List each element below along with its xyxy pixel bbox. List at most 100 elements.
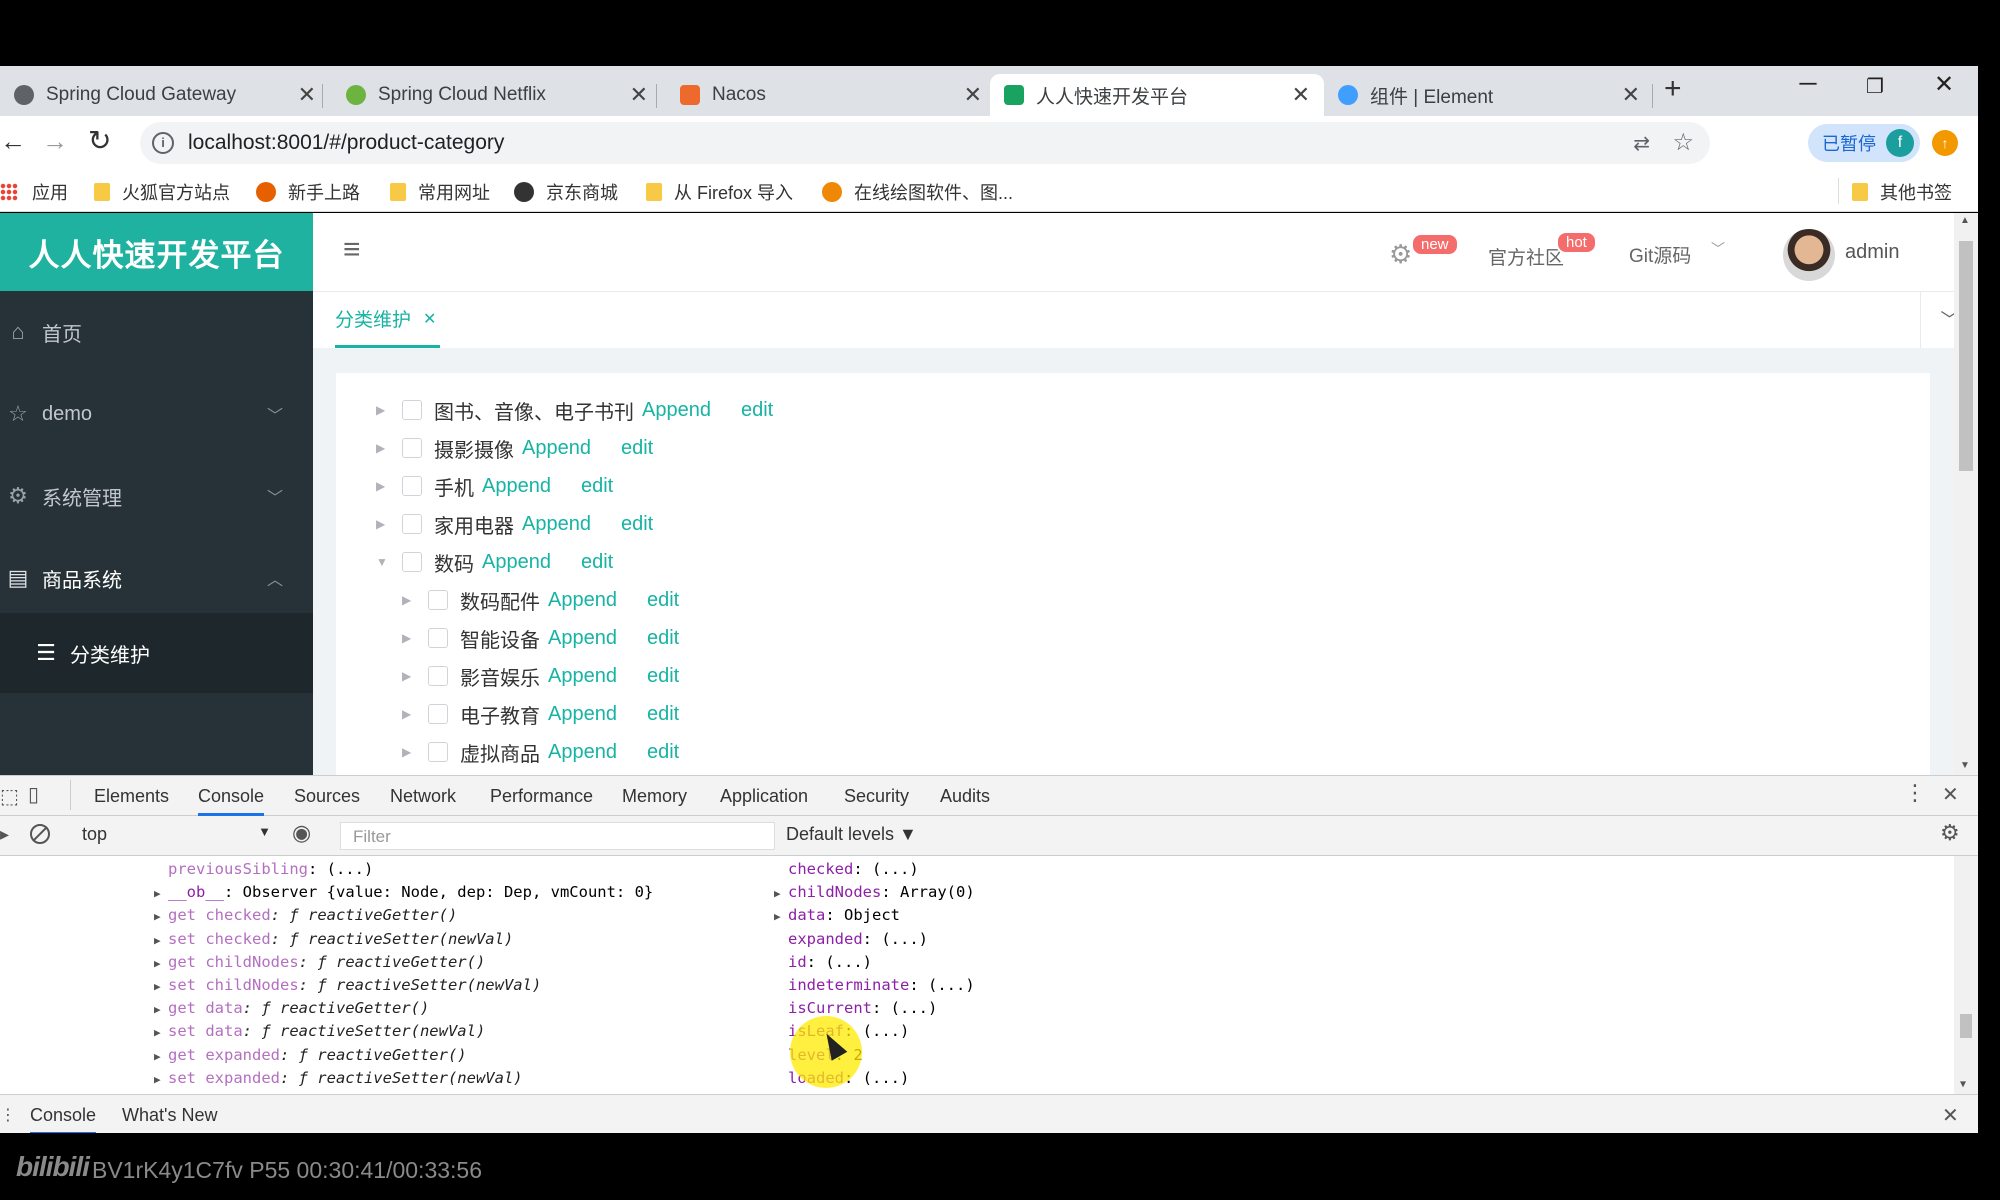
console-property-line[interactable]: ▶ set childNodes: ƒ reactiveSetter(newVal… xyxy=(154,974,541,997)
expand-triangle-icon[interactable]: ▶ xyxy=(154,1021,168,1044)
devtools-tab-performance[interactable]: Performance xyxy=(490,786,593,807)
device-toggle-icon[interactable]: ▯ xyxy=(28,782,39,807)
more-options-icon[interactable]: ⋮ xyxy=(1904,780,1926,806)
append-button[interactable]: Append xyxy=(548,627,617,650)
menu-toggle-icon[interactable]: ≡ xyxy=(343,233,361,267)
devtools-tab-audits[interactable]: Audits xyxy=(940,786,990,807)
drawer-menu-icon[interactable]: ⋮ xyxy=(0,1105,16,1125)
append-button[interactable]: Append xyxy=(548,589,617,612)
edit-button[interactable]: edit xyxy=(581,551,613,574)
edit-button[interactable]: edit xyxy=(581,475,613,498)
caret-right-icon[interactable]: ▶ xyxy=(376,403,390,417)
append-button[interactable]: Append xyxy=(642,399,711,422)
close-icon[interactable]: ✕ xyxy=(423,309,436,329)
append-button[interactable]: Append xyxy=(482,551,551,574)
devtools-tab-memory[interactable]: Memory xyxy=(622,786,687,807)
tab-category[interactable]: 分类维护 ✕ xyxy=(335,292,441,348)
tree-node[interactable]: ▶ 摄影摄像 Append edit xyxy=(376,433,653,463)
chevron-down-icon[interactable]: ﹀ xyxy=(1711,239,1725,259)
node-checkbox[interactable] xyxy=(428,628,448,648)
devtools-tab-application[interactable]: Application xyxy=(720,786,808,807)
node-checkbox[interactable] xyxy=(402,552,422,572)
caret-right-icon[interactable]: ▶ xyxy=(402,631,416,645)
console-property-line[interactable]: ▶ get childNodes: ƒ reactiveGetter() xyxy=(154,951,485,974)
console-filter-input[interactable]: Filter xyxy=(340,822,775,850)
devtools-tab-elements[interactable]: Elements xyxy=(94,786,169,807)
tree-node[interactable]: ▶ 智能设备 Append edit xyxy=(402,623,679,653)
bookmark-folder-other[interactable]: 其他书签 xyxy=(1852,179,1952,205)
expand-triangle-icon[interactable]: ▶ xyxy=(154,929,168,952)
tree-node[interactable]: ▶ 家用电器 Append edit xyxy=(376,509,653,539)
tree-node[interactable]: ▼ 数码 Append edit xyxy=(376,547,613,577)
caret-right-icon[interactable]: ▶ xyxy=(402,707,416,721)
browser-tab[interactable]: 组件 | Element ✕ xyxy=(1324,74,1654,116)
close-window-icon[interactable]: ✕ xyxy=(1924,70,1964,99)
node-checkbox[interactable] xyxy=(402,514,422,534)
expand-triangle-icon[interactable]: ▶ xyxy=(154,975,168,998)
console-property-line[interactable]: ▶ get expanded: ƒ reactiveGetter() xyxy=(154,1044,467,1067)
tree-node[interactable]: ▶ 手机 Append edit xyxy=(376,471,613,501)
update-icon[interactable]: ↑ xyxy=(1932,130,1958,156)
forward-icon[interactable]: → xyxy=(42,126,68,157)
node-checkbox[interactable] xyxy=(402,400,422,420)
close-tab-icon[interactable]: ✕ xyxy=(1292,82,1310,108)
devtools-tab-console[interactable]: Console xyxy=(198,776,265,816)
drawer-tab-whats-new[interactable]: What's New xyxy=(122,1105,217,1126)
console-property-line[interactable]: ▶ data: Object xyxy=(774,904,900,927)
tree-node[interactable]: ▶ 影音娱乐 Append edit xyxy=(402,661,679,691)
browser-tab[interactable]: Spring Cloud Gateway ✕ xyxy=(0,74,330,116)
reload-icon[interactable]: ↻ xyxy=(88,124,111,157)
browser-tab-active[interactable]: 人人快速开发平台 ✕ xyxy=(990,74,1324,116)
caret-right-icon[interactable]: ▶ xyxy=(402,745,416,759)
console-scrollbar[interactable]: ▼ xyxy=(1954,856,1978,1094)
scroll-up-icon[interactable]: ▲ xyxy=(1960,215,1970,226)
scrollbar-thumb[interactable] xyxy=(1959,241,1973,471)
eye-icon[interactable]: ◉ xyxy=(292,820,311,846)
brand-logo[interactable]: 人人快速开发平台 xyxy=(0,213,313,291)
edit-button[interactable]: edit xyxy=(741,399,773,422)
console-property-line[interactable]: ▶ set checked: ƒ reactiveSetter(newVal) xyxy=(154,928,513,951)
scroll-down-icon[interactable]: ▼ xyxy=(1960,1079,1966,1090)
edit-button[interactable]: edit xyxy=(647,741,679,764)
node-checkbox[interactable] xyxy=(428,742,448,762)
expand-triangle-icon[interactable]: ▶ xyxy=(154,998,168,1021)
append-button[interactable]: Append xyxy=(548,665,617,688)
append-button[interactable]: Append xyxy=(482,475,551,498)
close-tab-icon[interactable]: ✕ xyxy=(964,82,982,108)
log-levels-select[interactable]: Default levels ▼ xyxy=(786,824,917,845)
caret-right-icon[interactable]: ▶ xyxy=(402,669,416,683)
console-settings-gear-icon[interactable]: ⚙ xyxy=(1940,820,1960,846)
console-property-line[interactable]: ▶ set expanded: ƒ reactiveSetter(newVal) xyxy=(154,1067,523,1090)
node-checkbox[interactable] xyxy=(402,438,422,458)
sidebar-subitem-category[interactable]: ☰ 分类维护 xyxy=(0,613,313,693)
node-checkbox[interactable] xyxy=(402,476,422,496)
console-property-line[interactable]: ▶ set data: ƒ reactiveSetter(newVal) xyxy=(154,1020,485,1043)
expand-triangle-icon[interactable]: ▶ xyxy=(774,882,788,905)
translate-icon[interactable]: ⇄ xyxy=(1633,131,1650,156)
bookmark-item[interactable]: 京东商城 xyxy=(514,179,618,205)
browser-tab[interactable]: Nacos ✕ xyxy=(666,74,996,116)
caret-right-icon[interactable]: ▶ xyxy=(402,593,416,607)
node-checkbox[interactable] xyxy=(428,590,448,610)
expand-triangle-icon[interactable]: ▶ xyxy=(154,905,168,928)
close-tab-icon[interactable]: ✕ xyxy=(1622,82,1640,108)
bookmark-folder[interactable]: 常用网址 xyxy=(390,179,490,205)
settings-gear-icon[interactable]: ⚙ xyxy=(1389,239,1412,270)
sidebar-item-product[interactable]: ▤ 商品系统 ︿ xyxy=(0,537,313,619)
edit-button[interactable]: edit xyxy=(647,589,679,612)
scroll-down-icon[interactable]: ▼ xyxy=(1960,760,1970,771)
tree-node[interactable]: ▶ 图书、音像、电子书刊 Append edit xyxy=(376,395,773,425)
caret-down-icon[interactable]: ▼ xyxy=(376,555,390,569)
avatar[interactable] xyxy=(1783,229,1835,281)
username[interactable]: admin xyxy=(1845,241,1899,264)
context-select[interactable]: top ▼ xyxy=(72,822,277,850)
sidebar-item-demo[interactable]: ☆ demo ﹀ xyxy=(0,373,313,455)
expand-triangle-icon[interactable]: ▶ xyxy=(154,882,168,905)
console-property-line[interactable]: ▶ get checked: ƒ reactiveGetter() xyxy=(154,904,457,927)
caret-right-icon[interactable]: ▶ xyxy=(376,517,390,531)
caret-right-icon[interactable]: ▶ xyxy=(376,441,390,455)
omnibox[interactable]: i localhost:8001/#/product-category ⇄ ☆ xyxy=(140,122,1710,164)
edit-button[interactable]: edit xyxy=(647,627,679,650)
close-tab-icon[interactable]: ✕ xyxy=(298,82,316,108)
browser-tab[interactable]: Spring Cloud Netflix ✕ xyxy=(332,74,662,116)
